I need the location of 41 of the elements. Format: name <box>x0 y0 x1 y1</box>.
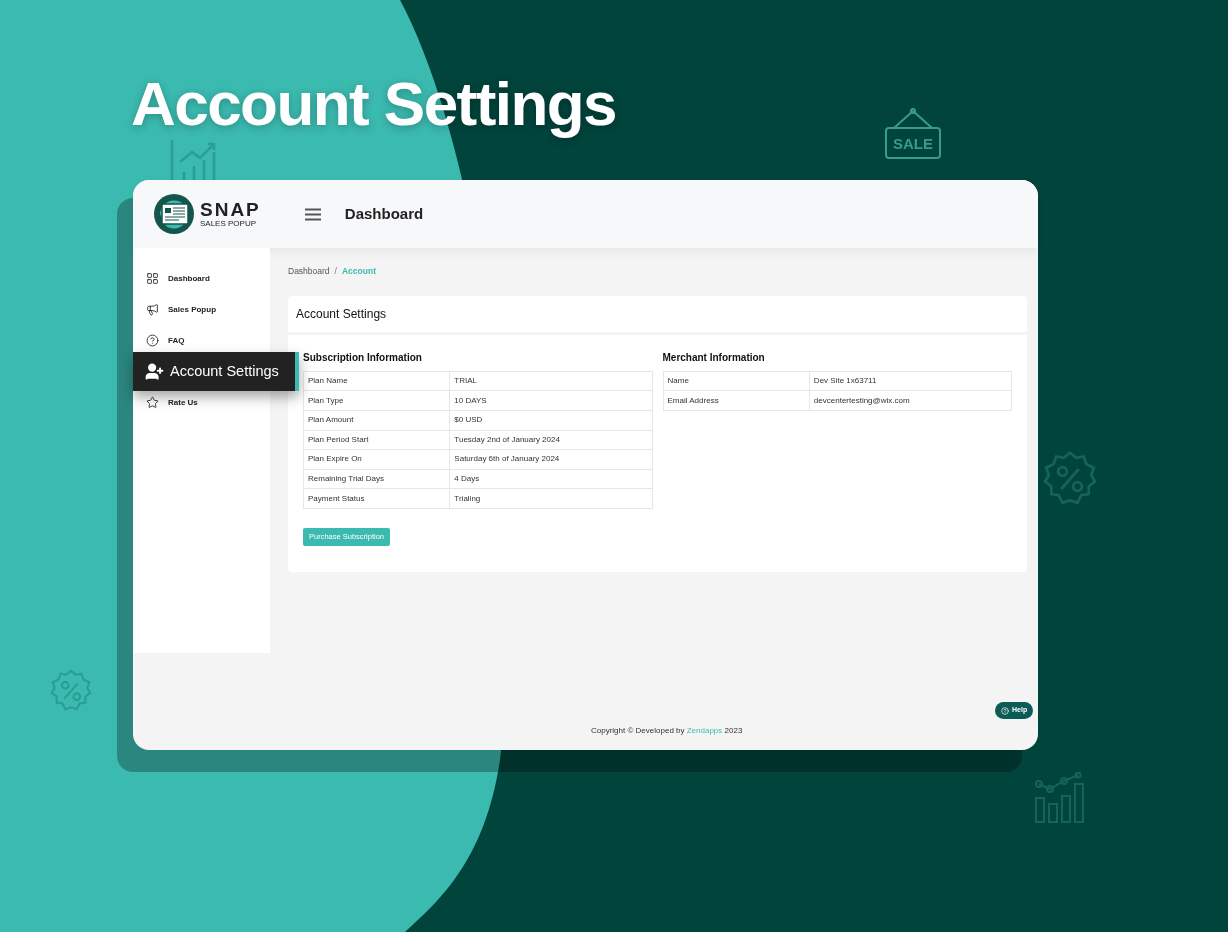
user-plus-icon <box>145 362 164 381</box>
table-cell: devcentertesting@wix.com <box>809 390 1012 411</box>
table-cell: 10 DAYS <box>449 390 652 411</box>
card-title: Account Settings <box>296 305 387 323</box>
star-icon <box>146 396 159 409</box>
table-cell: Plan Period Start <box>303 430 450 450</box>
menu-button[interactable] <box>304 207 321 221</box>
sidebar-item[interactable]: Dashboard <box>133 263 270 294</box>
sidebar-item[interactable]: Account Settings <box>133 352 299 391</box>
page-title: Account Settings <box>131 68 616 140</box>
help-icon <box>1001 706 1009 715</box>
table-cell: TRIAL <box>449 371 652 391</box>
megaphone-icon <box>146 303 159 316</box>
help-icon <box>146 334 159 347</box>
footer-text: Copyright © Developed by Zendapps 2023 <box>591 725 743 737</box>
breadcrumb-separator: / <box>334 265 337 278</box>
menu-icon <box>304 207 321 221</box>
logo-tagline: SALES POPUP <box>200 220 258 228</box>
table-cell: Trialing <box>449 488 652 509</box>
section-heading: Merchant Information <box>662 350 766 365</box>
table-cell: 4 Days <box>449 469 652 489</box>
table-cell: Name <box>663 371 810 391</box>
sidebar-item[interactable]: Sales Popup <box>133 294 270 325</box>
breadcrumb-link[interactable]: Dashboard <box>288 265 330 278</box>
header-title: Dashboard <box>344 203 424 224</box>
table-cell: Email Address <box>663 390 810 411</box>
table-cell: $0 USD <box>449 410 652 431</box>
table-cell: Tuesday 2nd of January 2024 <box>449 430 652 450</box>
table-cell: Remaining Trial Days <box>303 469 450 489</box>
table-cell: Plan Type <box>303 390 450 411</box>
logo-icon <box>154 194 194 234</box>
table-cell: Dev Site 1x63711 <box>809 371 1012 391</box>
table-cell: Plan Name <box>303 371 450 391</box>
logo-name: SNAP <box>200 200 261 219</box>
bar-chart-icon <box>1034 772 1086 824</box>
table-cell: Payment Status <box>303 488 450 509</box>
table-cell: Saturday 6th of January 2024 <box>449 449 652 470</box>
table-cell: Plan Expire On <box>303 449 450 470</box>
grid-icon <box>146 272 159 285</box>
section-heading: Subscription Information <box>303 350 423 365</box>
table-cell: Plan Amount <box>303 410 450 431</box>
